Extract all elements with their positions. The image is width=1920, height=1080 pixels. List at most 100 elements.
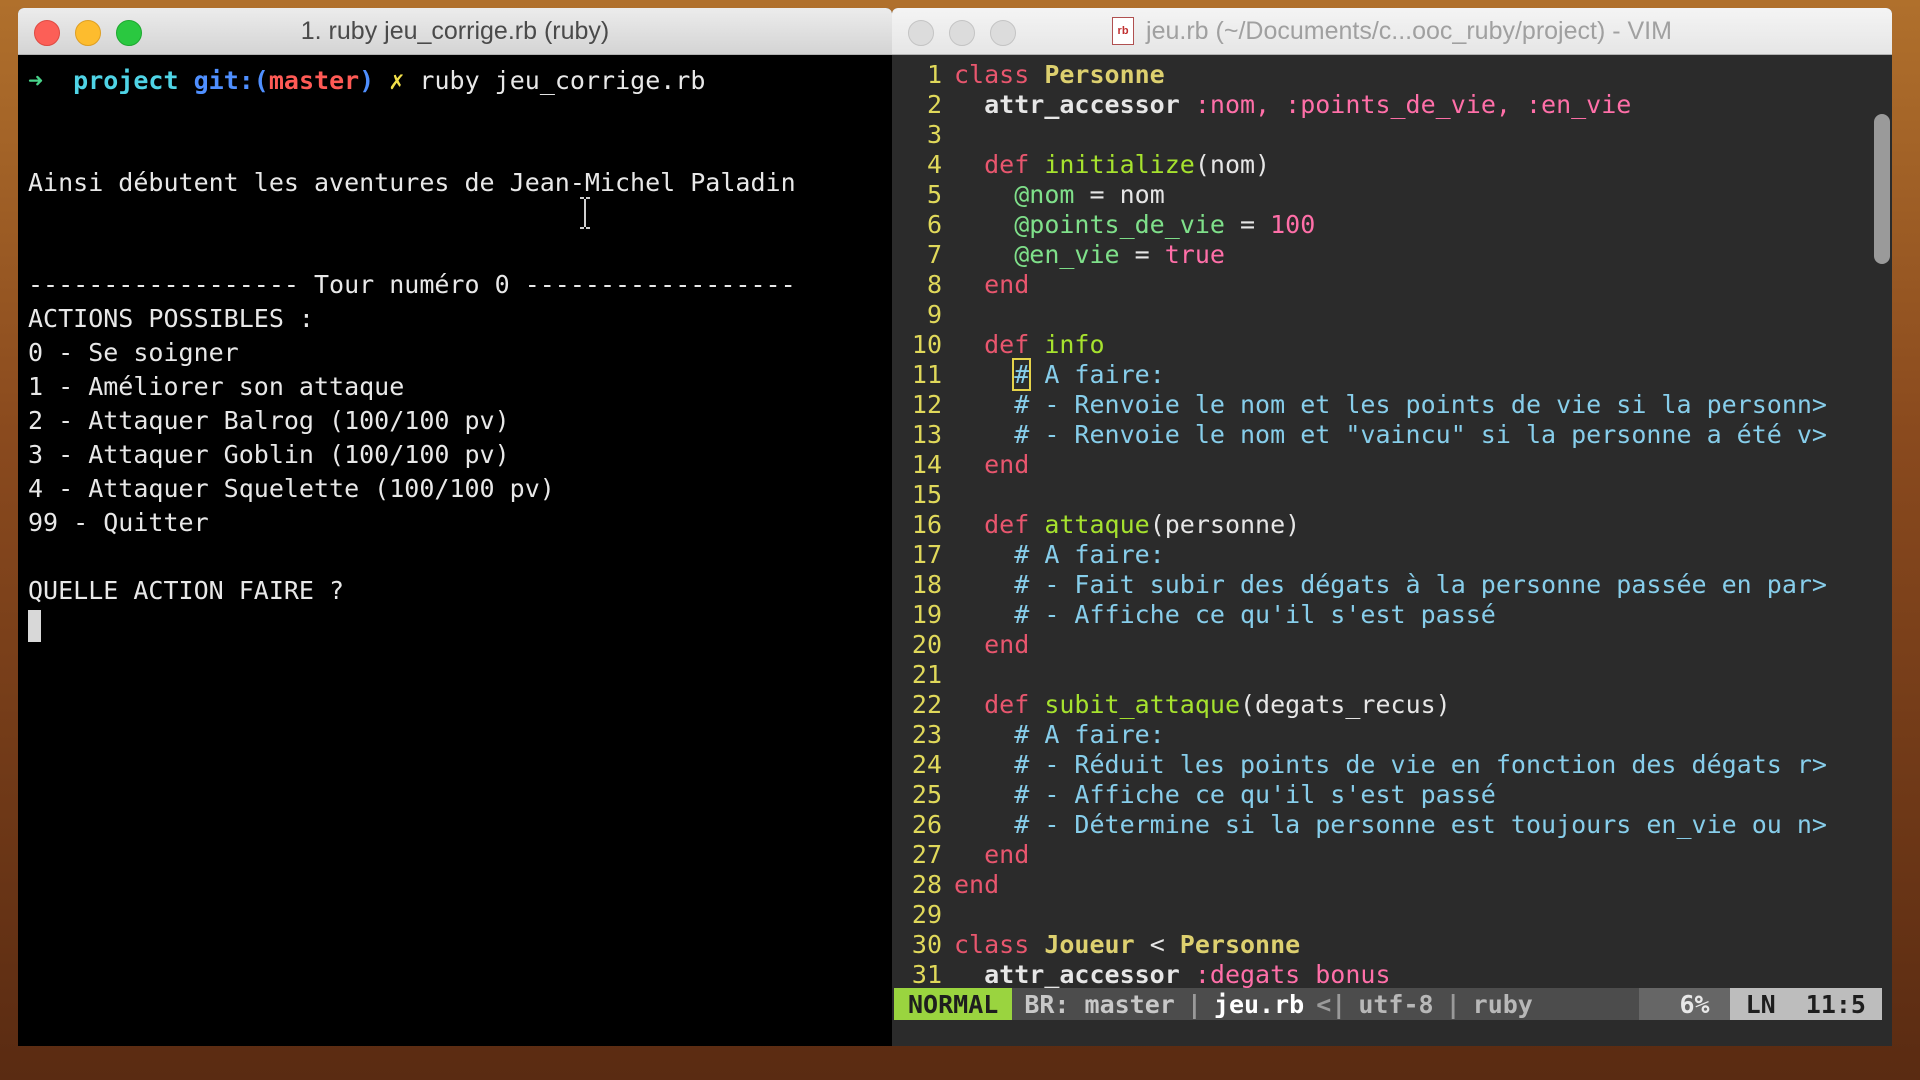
mode-indicator: NORMAL: [894, 988, 1013, 1020]
instance-var: @nom: [1014, 180, 1075, 209]
code-line: 10 def info: [892, 330, 1105, 360]
prompt-dirty-icon: ✗: [389, 66, 405, 95]
code-line: 24 # - Réduit les points de vie en fonct…: [892, 750, 1827, 780]
code-line: 28 end: [892, 870, 999, 900]
parent-class-name: Personne: [1179, 930, 1301, 959]
comment: # - Réduit les points de vie en fonction…: [1014, 750, 1827, 779]
output-line: 99 - Quitter: [28, 508, 209, 537]
output-line: 4 - Attaquer Squelette (100/100 pv): [28, 474, 555, 503]
method-args: (degats_recus): [1240, 690, 1451, 719]
line-number: 14: [911, 450, 942, 479]
code-line: 21: [892, 660, 954, 690]
output-line: 2 - Attaquer Balrog (100/100 pv): [28, 406, 510, 435]
comment: # A faire:: [1014, 720, 1165, 749]
line-number: 25: [911, 780, 942, 809]
code-line: 12 # - Renvoie le nom et les points de v…: [892, 390, 1827, 420]
line-number: 4: [926, 150, 942, 179]
code-line: 9: [892, 300, 954, 330]
close-button[interactable]: [908, 20, 934, 46]
window-controls: [908, 20, 1016, 46]
code-text: =: [1224, 210, 1271, 239]
code-line: 19 # - Affiche ce qu'il s'est passé: [892, 600, 1496, 630]
method-name: attaque: [1044, 510, 1150, 539]
line-number: 2: [926, 90, 942, 119]
method-name: subit_attaque: [1044, 690, 1240, 719]
comment: # - Affiche ce qu'il s'est passé: [1014, 780, 1496, 809]
terminal-window[interactable]: 1. ruby jeu_corrige.rb (ruby) ➜ project …: [18, 8, 892, 1046]
instance-var: @points_de_vie: [1014, 210, 1225, 239]
output-line: QUELLE ACTION FAIRE ?: [28, 576, 345, 605]
line-number: 24: [911, 750, 942, 779]
code-line: 25 # - Affiche ce qu'il s'est passé: [892, 780, 1496, 810]
terminal-titlebar[interactable]: 1. ruby jeu_corrige.rb (ruby): [18, 8, 892, 55]
prompt-git: git:(: [193, 66, 269, 95]
method-call: attr_accessor: [984, 960, 1180, 989]
line-number: 11: [911, 360, 942, 389]
line-number: 19: [911, 600, 942, 629]
vim-titlebar[interactable]: rb jeu.rb (~/Documents/c...ooc_ruby/proj…: [892, 8, 1892, 55]
status-encoding: utf-8: [1346, 988, 1446, 1020]
line-number: 21: [911, 660, 942, 689]
operator: <: [1134, 930, 1180, 959]
terminal-output[interactable]: ➜ project git:(master) ✗ ruby jeu_corrig…: [18, 56, 892, 1046]
line-number: 5: [926, 180, 942, 209]
prompt-git-close: ): [359, 66, 375, 95]
keyword: def: [984, 510, 1030, 539]
code-line: 3: [892, 120, 954, 150]
code-line: 22 def subit_attaque(degats_recus): [892, 690, 1451, 720]
symbols: :degats_bonus: [1194, 960, 1391, 989]
vim-editor[interactable]: 1 class Personne 2 attr_accessor :nom, :p…: [892, 56, 1892, 1046]
comment: # - Affiche ce qu'il s'est passé: [1014, 600, 1496, 629]
prompt-arrow-icon: ➜: [28, 66, 44, 95]
line-number: 7: [926, 240, 942, 269]
code-line: 14 end: [892, 450, 1029, 480]
output-line: 3 - Attaquer Goblin (100/100 pv): [28, 440, 510, 469]
keyword: end: [984, 840, 1030, 869]
minimize-button[interactable]: [75, 20, 101, 46]
code-line: 20 end: [892, 630, 1029, 660]
line-number: 20: [911, 630, 942, 659]
vertical-scrollbar[interactable]: [1874, 114, 1890, 264]
code-line: 23 # A faire:: [892, 720, 1165, 750]
vim-window[interactable]: rb jeu.rb (~/Documents/c...ooc_ruby/proj…: [892, 8, 1892, 1046]
keyword: def: [984, 690, 1030, 719]
method-args: (personne): [1149, 510, 1301, 539]
comment: # A faire:: [1014, 540, 1165, 569]
terminal-title: 1. ruby jeu_corrige.rb (ruby): [300, 16, 610, 45]
ruby-file-icon: rb: [1112, 17, 1135, 45]
output-line: ACTIONS POSSIBLES :: [28, 304, 314, 333]
minimize-button[interactable]: [949, 20, 975, 46]
code-line: 16 def attaque(personne): [892, 510, 1300, 540]
keyword: class: [954, 60, 1030, 89]
code-line: 18 # - Fait subir des dégats à la person…: [892, 570, 1827, 600]
class-name: Joueur: [1044, 930, 1135, 959]
line-number: 13: [911, 420, 942, 449]
line-number: 6: [926, 210, 942, 239]
code-line: 6 @points_de_vie = 100: [892, 210, 1315, 240]
code-line: 7 @en_vie = true: [892, 240, 1225, 270]
keyword: def: [984, 150, 1030, 179]
keyword: def: [984, 330, 1030, 359]
prompt-dir: project: [73, 66, 179, 95]
code-line: 1 class Personne: [892, 60, 1165, 90]
line-number: 10: [911, 330, 942, 359]
zoom-button[interactable]: [116, 20, 142, 46]
vim-statusline: NORMAL BR: master | jeu.rb <| utf-8 | ru…: [894, 988, 1882, 1020]
number-literal: 100: [1270, 210, 1316, 239]
code-line: 15: [892, 480, 954, 510]
output-line: ------------------ Tour numéro 0 -------…: [28, 270, 796, 299]
code-line: 26 # - Détermine si la personne est touj…: [892, 810, 1827, 840]
method-args: (nom): [1194, 150, 1271, 179]
line-number: 23: [911, 720, 942, 749]
status-cursor-position: 11:5: [1805, 989, 1866, 1019]
close-button[interactable]: [34, 20, 60, 46]
git-branch-status: BR: master: [1012, 988, 1187, 1020]
line-number: 22: [911, 690, 942, 719]
line-number: 12: [911, 390, 942, 419]
line-number: 29: [911, 900, 942, 929]
status-separator: |: [1186, 989, 1202, 1019]
zoom-button[interactable]: [990, 20, 1016, 46]
method-name: info: [1044, 330, 1105, 359]
line-number: 1: [926, 60, 942, 89]
class-name: Personne: [1044, 60, 1165, 89]
